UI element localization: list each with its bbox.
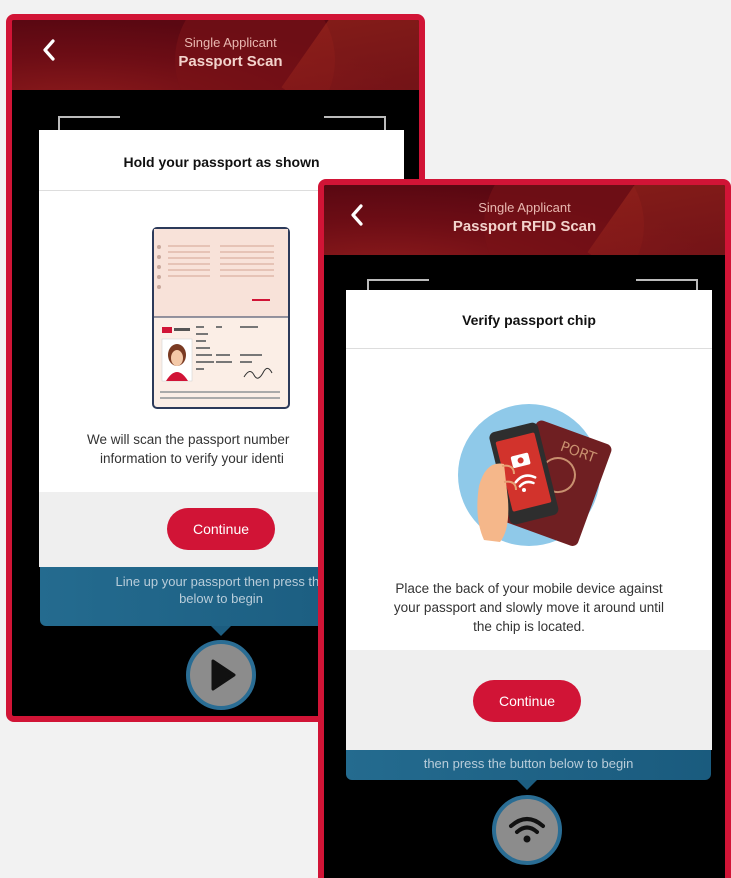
chip-verify-modal: Verify passport chip PORT Place the back… — [346, 290, 712, 750]
passport-rfid-scan-screen: Single Applicant Passport RFID Scan then… — [318, 179, 731, 878]
instruction-line: Place the back of your mobile device aga… — [395, 581, 663, 596]
header-subtitle: Single Applicant — [478, 200, 571, 215]
banner-pointer — [211, 626, 231, 636]
passport-data-page-image — [152, 227, 290, 409]
start-chip-scan-button[interactable] — [492, 795, 562, 865]
modal-title: Hold your passport as shown — [123, 154, 320, 170]
start-scan-button[interactable] — [186, 640, 256, 710]
header-title: Passport RFID Scan — [452, 218, 597, 235]
modal-title: Verify passport chip — [462, 312, 596, 328]
header: Single Applicant Passport RFID Scan — [324, 185, 725, 255]
divider — [346, 348, 712, 349]
modal-footer: Continue — [346, 650, 712, 750]
instruction-line: your passport and slowly move it around … — [393, 600, 665, 615]
banner-pointer — [517, 780, 537, 790]
header-subtitle: Single Applicant — [184, 35, 277, 50]
continue-button[interactable]: Continue — [167, 508, 275, 550]
phone-over-passport-image: PORT — [458, 404, 612, 546]
play-icon — [211, 659, 236, 691]
wifi-icon — [509, 817, 545, 843]
instruction-line: the chip is located. — [473, 619, 585, 634]
instruction-text: Place the back of your mobile device aga… — [346, 579, 712, 636]
continue-button[interactable]: Continue — [473, 680, 581, 722]
header: Single Applicant Passport Scan — [12, 20, 419, 90]
header-title: Passport Scan — [178, 53, 283, 70]
